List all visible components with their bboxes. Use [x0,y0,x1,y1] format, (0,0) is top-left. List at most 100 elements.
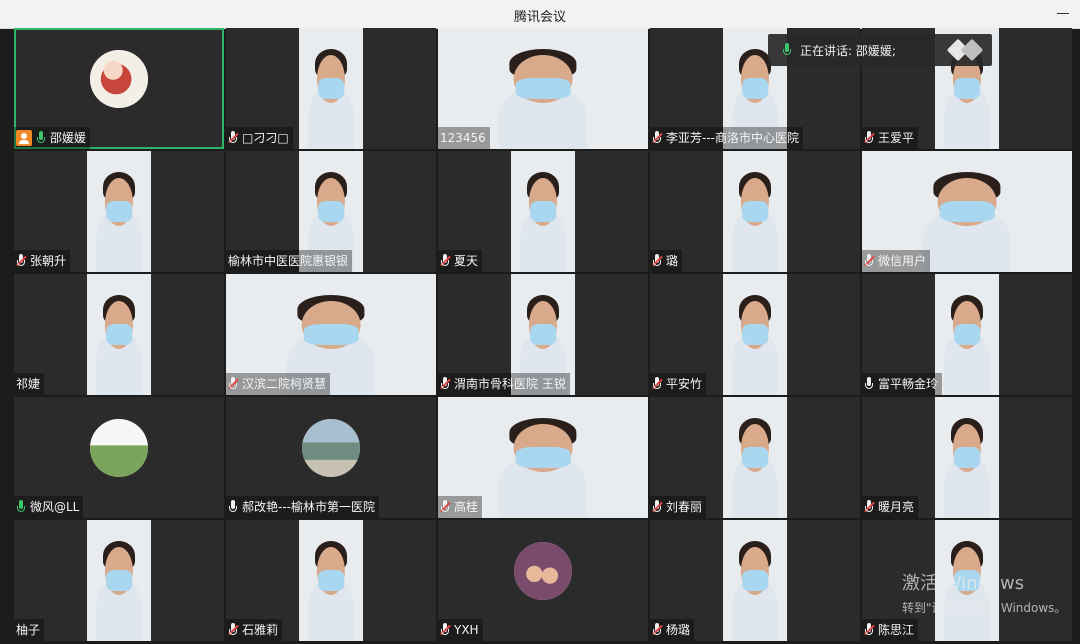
mic-muted-icon [652,131,663,145]
participant-tile[interactable]: 微风@LL [14,397,224,518]
participant-avatar [90,50,148,108]
participant-name: 祁婕 [16,377,41,391]
participant-name: 渭南市骨科医院 王锐 [454,377,566,391]
participant-tile[interactable]: 杨璐 [650,520,860,641]
participant-label: 璐 [650,250,683,272]
participant-avatar [514,542,572,600]
participant-label: 渭南市骨科医院 王锐 [438,373,570,395]
participant-label: 杨璐 [650,619,695,641]
participant-video [299,28,363,149]
mic-muted-icon [440,377,451,391]
participant-name: 李亚芳---商洛市中心医院 [666,131,799,145]
participant-video [511,151,575,272]
mic-muted-icon [440,500,451,514]
participant-name: YXH [454,623,479,637]
participant-label: 微风@LL [14,496,84,518]
participant-label: 夏天 [438,250,483,272]
mic-muted-icon [864,131,875,145]
mic-muted-icon [652,500,663,514]
participant-tile[interactable]: 邵媛媛 [14,28,224,149]
participant-tile[interactable]: 汉滨二院柯贤慧 [226,274,436,395]
participant-label: 刘春丽 [650,496,707,518]
mic-icon [16,500,26,514]
participant-video [87,274,151,395]
participant-video [723,151,787,272]
mic-muted-icon [864,500,875,514]
participant-name: 平安竹 [666,377,703,391]
participant-tile[interactable]: YXH [438,520,648,641]
mic-icon [864,377,874,391]
window-title: 腾讯会议 [513,10,566,25]
participant-tile[interactable]: 渭南市骨科医院 王锐 [438,274,648,395]
participant-name: 郝改艳---榆林市第一医院 [242,500,375,514]
participant-label: 李亚芳---商洛市中心医院 [650,127,803,149]
mic-muted-icon [864,254,875,268]
participant-tile[interactable]: 暖月亮 [862,397,1072,518]
participant-tile[interactable]: 张朝升 [14,151,224,272]
mic-icon [228,500,238,514]
participant-tile[interactable]: 高桂 [438,397,648,518]
participant-label: 郝改艳---榆林市第一医院 [226,496,379,518]
participant-label: □刁刁□ [226,127,293,149]
participant-tile[interactable]: 榆林市中医医院惠银银 [226,151,436,272]
participant-tile[interactable]: □刁刁□ [226,28,436,149]
participant-tile[interactable]: 微信用户 [862,151,1072,272]
participant-tile[interactable]: 祁婕 [14,274,224,395]
participant-video [723,520,787,641]
mic-muted-icon [16,254,27,268]
tencent-meeting-logo-icon [944,40,986,60]
participant-name: 富平畅金玲 [878,377,939,391]
participant-tile[interactable]: 柚子 [14,520,224,641]
mic-muted-icon [228,623,239,637]
participant-label: 祁婕 [14,373,45,395]
participant-name: 汉滨二院柯贤慧 [242,377,327,391]
participant-video [87,151,151,272]
participant-avatar [302,419,360,477]
participant-name: 王爱平 [878,131,915,145]
participant-avatar [90,419,148,477]
participant-video [935,397,999,518]
participant-label: 榆林市中医医院惠银银 [226,250,353,272]
participant-video [935,274,999,395]
participant-name: 微风@LL [30,500,80,514]
mic-muted-icon [228,377,239,391]
minimize-icon[interactable] [1056,6,1070,20]
windows-activation-watermark: 激活 Windows 转到"设置"以激活 Windows。 [902,569,1066,616]
watermark-line2: 转到"设置"以激活 Windows。 [902,601,1067,615]
participant-tile[interactable]: 平安竹 [650,274,860,395]
participant-tile[interactable]: 石雅莉 [226,520,436,641]
mic-muted-icon [864,623,875,637]
participant-name: 高桂 [454,500,479,514]
participant-label: 柚子 [14,619,45,641]
participant-label: 石雅莉 [226,619,283,641]
mic-muted-icon [440,623,451,637]
participant-label: 微信用户 [862,250,931,272]
participant-label: 陈思江 [862,619,919,641]
participant-video [299,520,363,641]
participant-label: 邵媛媛 [14,127,91,149]
participant-name: 璐 [666,254,679,268]
participant-name: 夏天 [454,254,479,268]
participant-name: □刁刁□ [242,131,289,145]
participant-tile[interactable]: 富平畅金玲 [862,274,1072,395]
participant-name: 柚子 [16,623,41,637]
participant-tile[interactable]: 夏天 [438,151,648,272]
participant-name: 邵媛媛 [50,131,87,145]
participant-name: 123456 [440,131,486,145]
participant-label: YXH [438,619,483,641]
participant-video [723,397,787,518]
speaking-text: 正在讲话: 邵媛媛; [800,43,896,58]
mic-muted-icon [440,254,451,268]
participant-name: 陈思江 [878,623,915,637]
participant-grid: 邵媛媛 □刁刁□ 123456 李亚芳---商洛市中心医院 王爱平张朝升 榆林市中医医院惠… [14,28,1075,644]
host-icon [16,130,32,146]
participant-name: 石雅莉 [242,623,279,637]
mic-muted-icon [652,623,663,637]
mic-muted-icon [652,254,663,268]
participant-label: 汉滨二院柯贤慧 [226,373,331,395]
participant-tile[interactable]: 刘春丽 [650,397,860,518]
participant-tile[interactable]: 郝改艳---榆林市第一医院 [226,397,436,518]
participant-tile[interactable]: 123456 [438,28,648,149]
participant-tile[interactable]: 璐 [650,151,860,272]
participant-video [723,274,787,395]
